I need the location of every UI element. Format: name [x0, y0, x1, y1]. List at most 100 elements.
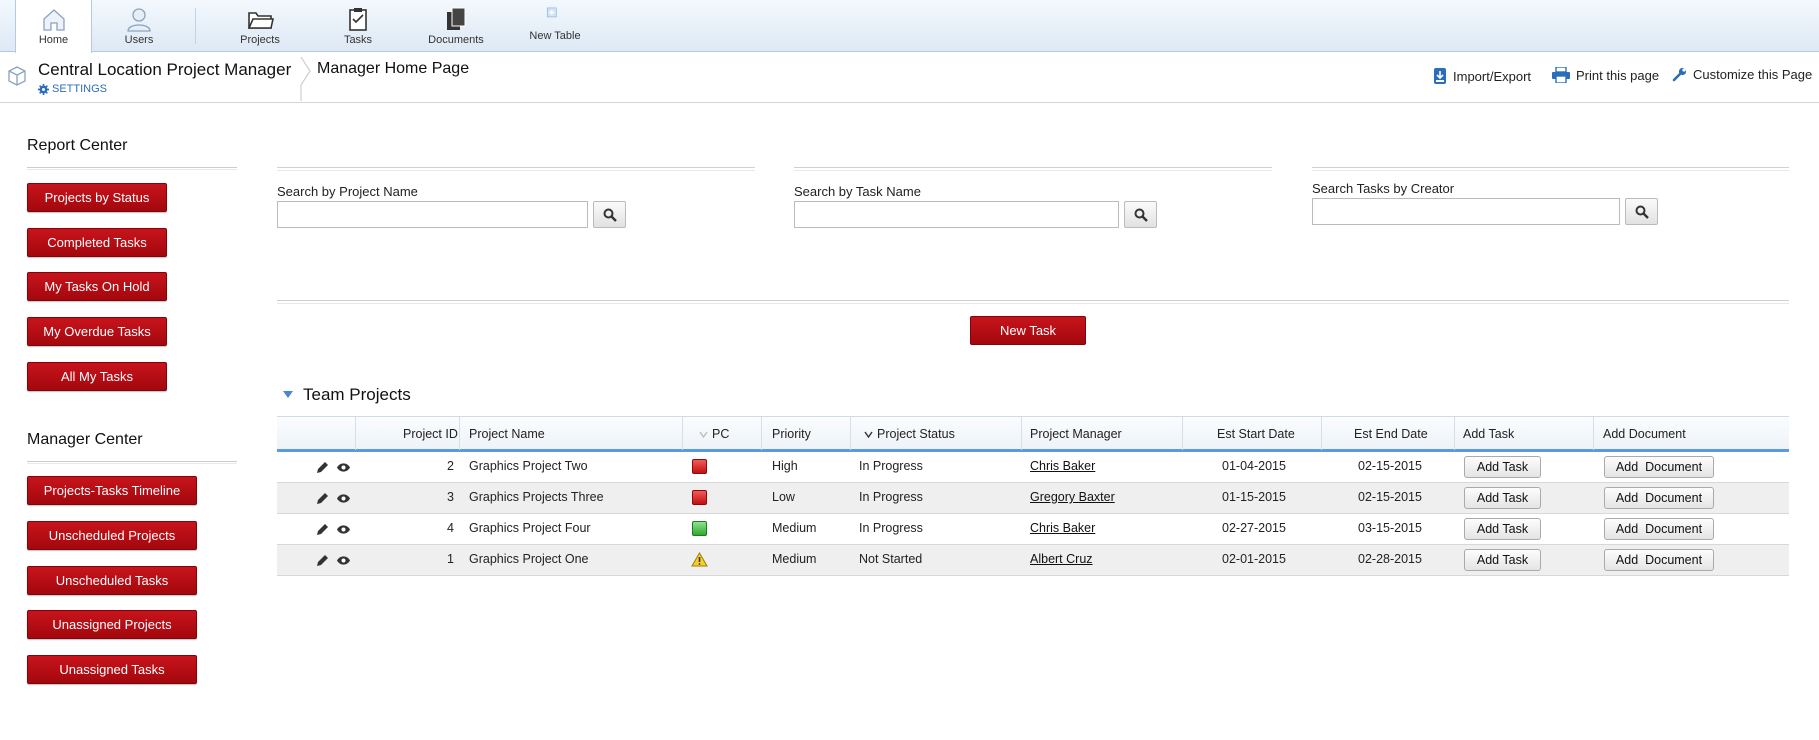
cell-project-manager-link[interactable]: Chris Baker — [1030, 521, 1095, 535]
search-icon — [1134, 208, 1148, 222]
column-separator — [761, 417, 762, 450]
search-creator-input[interactable] — [1312, 198, 1620, 225]
add-document-button[interactable]: Add Document — [1604, 487, 1714, 509]
collapse-triangle-icon[interactable] — [283, 391, 293, 398]
new-task-button[interactable]: New Task — [970, 316, 1086, 345]
folder-icon — [247, 12, 274, 29]
edit-pencil-icon[interactable] — [315, 523, 329, 537]
cell-project-id: 4 — [447, 521, 454, 535]
search-creator-button[interactable] — [1625, 198, 1658, 225]
completed-tasks-button[interactable]: Completed Tasks — [27, 228, 167, 257]
column-separator — [1593, 417, 1594, 450]
nav-users[interactable]: Users — [100, 0, 178, 52]
col-project-status[interactable]: Project Status — [864, 427, 955, 441]
col-project-name[interactable]: Project Name — [469, 427, 545, 441]
printer-icon — [1552, 67, 1570, 83]
projects-by-status-button[interactable]: Projects by Status — [27, 183, 167, 212]
report-center-divider — [27, 167, 237, 170]
settings-label: SETTINGS — [52, 83, 108, 95]
add-task-button[interactable]: Add Task — [1464, 456, 1541, 478]
cell-project-name: Graphics Project Four — [469, 521, 591, 535]
view-eye-icon[interactable] — [336, 462, 351, 473]
nav-projects-label: Projects — [240, 34, 280, 46]
status-green-icon — [692, 521, 707, 536]
column-separator — [850, 417, 851, 450]
nav-projects[interactable]: Projects — [218, 0, 302, 52]
nav-users-label: Users — [124, 34, 154, 46]
add-document-button[interactable]: Add Document — [1604, 456, 1714, 478]
projects-tasks-timeline-button[interactable]: Projects-Tasks Timeline — [27, 476, 197, 505]
cell-project-id: 2 — [447, 459, 454, 473]
cell-est-start-date: 01-15-2015 — [1222, 490, 1286, 504]
import-export-link[interactable]: Import/Export — [1433, 67, 1531, 85]
add-task-button[interactable]: Add Task — [1464, 549, 1541, 571]
col-priority[interactable]: Priority — [772, 427, 811, 441]
unassigned-projects-button[interactable]: Unassigned Projects — [27, 610, 197, 639]
add-document-button[interactable]: Add Document — [1604, 549, 1714, 571]
cell-project-id: 1 — [447, 552, 454, 566]
edit-pencil-icon[interactable] — [315, 554, 329, 568]
cell-project-id: 3 — [447, 490, 454, 504]
search-project-button[interactable] — [593, 201, 626, 228]
view-eye-icon[interactable] — [336, 555, 351, 566]
customize-label: Customize this Page — [1693, 67, 1813, 82]
search-icon — [603, 208, 617, 222]
col-pc-label: PC — [712, 427, 730, 441]
col-project-id[interactable]: Project ID — [403, 427, 458, 441]
view-eye-icon[interactable] — [336, 524, 351, 535]
edit-pencil-icon[interactable] — [315, 461, 329, 475]
plus-icon — [546, 7, 557, 18]
page-header: Central Location Project Manager SETTING… — [0, 53, 1819, 103]
col-add-document: Add Document — [1603, 427, 1686, 441]
cell-est-end-date: 02-28-2015 — [1358, 552, 1422, 566]
nav-new-table[interactable]: New Table — [515, 0, 595, 52]
search-icon — [1635, 205, 1649, 219]
my-overdue-tasks-button[interactable]: My Overdue Tasks — [27, 317, 167, 346]
col-est-end-date[interactable]: Est End Date — [1354, 427, 1428, 441]
nav-documents-label: Documents — [428, 34, 484, 46]
nav-home[interactable]: Home — [15, 0, 92, 53]
unscheduled-tasks-button[interactable]: Unscheduled Tasks — [27, 566, 197, 595]
cell-project-manager-link[interactable]: Albert Cruz — [1030, 552, 1093, 566]
settings-link[interactable]: SETTINGS — [38, 83, 107, 95]
column-separator — [1021, 417, 1022, 450]
cell-project-manager-link[interactable]: Gregory Baxter — [1030, 490, 1115, 504]
edit-pencil-icon[interactable] — [315, 492, 329, 506]
table-row: 1 Graphics Project One Medium Not Starte… — [277, 545, 1789, 576]
cell-project-manager-link[interactable]: Chris Baker — [1030, 459, 1095, 473]
col-est-start-date[interactable]: Est Start Date — [1217, 427, 1295, 441]
app-title: Central Location Project Manager — [38, 60, 292, 79]
cell-est-end-date: 02-15-2015 — [1358, 490, 1422, 504]
column-separator — [355, 417, 356, 450]
print-link[interactable]: Print this page — [1552, 67, 1659, 83]
col-pc[interactable]: PC — [699, 427, 729, 441]
wrench-icon — [1672, 67, 1687, 82]
add-task-button[interactable]: Add Task — [1464, 487, 1541, 509]
cell-project-status: In Progress — [859, 459, 923, 473]
search-task-input[interactable] — [794, 201, 1119, 228]
print-label: Print this page — [1576, 67, 1660, 83]
clipboard-icon — [349, 8, 367, 31]
nav-tasks[interactable]: Tasks — [318, 0, 398, 52]
unscheduled-projects-button[interactable]: Unscheduled Projects — [27, 521, 197, 550]
cell-priority: Low — [772, 490, 795, 504]
add-task-button[interactable]: Add Task — [1464, 518, 1541, 540]
add-document-button[interactable]: Add Document — [1604, 518, 1714, 540]
unassigned-tasks-button[interactable]: Unassigned Tasks — [27, 655, 197, 684]
column-separator — [1321, 417, 1322, 450]
search-project-input[interactable] — [277, 201, 588, 228]
search-task-button[interactable] — [1124, 201, 1157, 228]
col-project-manager[interactable]: Project Manager — [1030, 427, 1122, 441]
nav-divider — [195, 8, 196, 44]
home-icon — [42, 9, 65, 31]
search-task-label: Search by Task Name — [794, 184, 921, 199]
all-my-tasks-button[interactable]: All My Tasks — [27, 362, 167, 391]
my-tasks-on-hold-button[interactable]: My Tasks On Hold — [27, 272, 167, 301]
customize-link[interactable]: Customize this Page — [1672, 67, 1812, 82]
top-navigation: Home Users Projects Tasks Documents New … — [0, 0, 1819, 53]
sort-arrow-icon — [699, 431, 708, 438]
nav-documents[interactable]: Documents — [415, 0, 497, 52]
content-divider — [277, 300, 1789, 304]
import-export-icon — [1434, 68, 1446, 84]
view-eye-icon[interactable] — [336, 493, 351, 504]
